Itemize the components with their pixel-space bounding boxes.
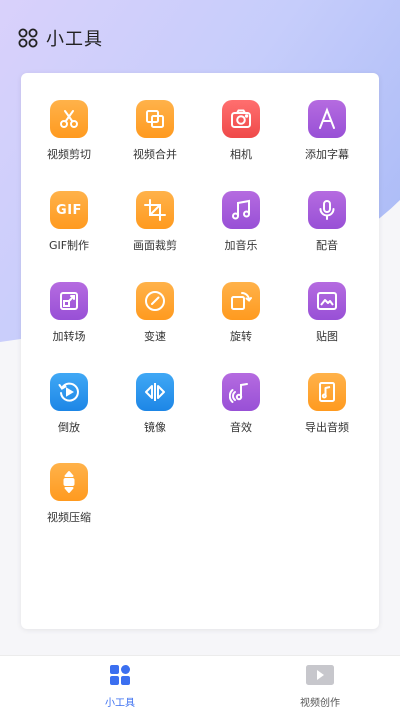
- rotate-icon: [222, 282, 260, 320]
- tool-label: 视频剪切: [47, 148, 91, 161]
- tool-add-transition[interactable]: 加转场: [26, 282, 112, 344]
- tool-rotate[interactable]: 旋转: [198, 282, 284, 344]
- sticker-image-icon: [308, 282, 346, 320]
- tool-video-compress[interactable]: 视频压缩: [26, 463, 112, 525]
- tool-label: 添加字幕: [305, 148, 349, 161]
- crop-icon: [136, 191, 174, 229]
- export-audio-icon: [308, 373, 346, 411]
- tool-add-subtitle[interactable]: 添加字幕: [284, 100, 370, 162]
- reverse-play-icon: [50, 373, 88, 411]
- page-title: 小工具: [46, 29, 103, 50]
- tab-tools[interactable]: 小工具: [75, 664, 165, 709]
- tool-video-cut[interactable]: 视频剪切: [26, 100, 112, 162]
- tool-label: 镜像: [144, 421, 166, 434]
- bottom-tab-bar: 小工具 视频创作: [0, 655, 400, 712]
- tool-gif-maker[interactable]: GIF GIF制作: [26, 191, 112, 253]
- tools-card: 视频剪切 视频合并 相机 添加字幕 GIF GIF制作 画面裁剪 加音乐 配音 …: [21, 73, 379, 629]
- tool-label: 贴图: [316, 330, 338, 343]
- tool-sound-effect[interactable]: 音效: [198, 373, 284, 435]
- tool-label: 相机: [230, 148, 252, 161]
- tool-crop[interactable]: 画面裁剪: [112, 191, 198, 253]
- tab-video-create-label: 视频创作: [300, 698, 340, 709]
- tool-label: 视频压缩: [47, 511, 91, 524]
- speed-icon: [136, 282, 174, 320]
- tool-label: 倒放: [58, 421, 80, 434]
- tab-tools-label: 小工具: [105, 698, 135, 709]
- music-note-icon: [222, 191, 260, 229]
- gif-icon: GIF: [50, 191, 88, 229]
- camera-icon: [222, 100, 260, 138]
- video-play-icon: [305, 664, 335, 690]
- tool-dubbing[interactable]: 配音: [284, 191, 370, 253]
- tool-export-audio[interactable]: 导出音频: [284, 373, 370, 435]
- tool-label: 音效: [230, 421, 252, 434]
- tool-add-music[interactable]: 加音乐: [198, 191, 284, 253]
- grid-apps-icon: [18, 28, 38, 48]
- tool-label: 视频合并: [133, 148, 177, 161]
- transition-icon: [50, 282, 88, 320]
- merge-icon: [136, 100, 174, 138]
- tool-label: 旋转: [230, 330, 252, 343]
- tab-video-create[interactable]: 视频创作: [275, 664, 365, 709]
- mirror-icon: [136, 373, 174, 411]
- tool-reverse[interactable]: 倒放: [26, 373, 112, 435]
- tool-speed[interactable]: 变速: [112, 282, 198, 344]
- scissors-icon: [50, 100, 88, 138]
- tool-label: 加转场: [52, 330, 86, 343]
- tool-label: 变速: [144, 330, 166, 343]
- tool-label: 配音: [316, 239, 338, 252]
- tool-label: GIF制作: [48, 239, 90, 252]
- sound-effect-icon: [222, 373, 260, 411]
- page-header: 小工具: [18, 24, 103, 52]
- tool-video-merge[interactable]: 视频合并: [112, 100, 198, 162]
- subtitle-icon: [308, 100, 346, 138]
- compress-icon: [50, 463, 88, 501]
- tool-label: 加音乐: [224, 239, 258, 252]
- tool-camera[interactable]: 相机: [198, 100, 284, 162]
- tool-label: 导出音频: [305, 421, 349, 434]
- tool-label: 画面裁剪: [133, 239, 177, 252]
- microphone-icon: [308, 191, 346, 229]
- tools-grid-icon: [109, 664, 131, 690]
- tool-sticker[interactable]: 贴图: [284, 282, 370, 344]
- tool-mirror[interactable]: 镜像: [112, 373, 198, 435]
